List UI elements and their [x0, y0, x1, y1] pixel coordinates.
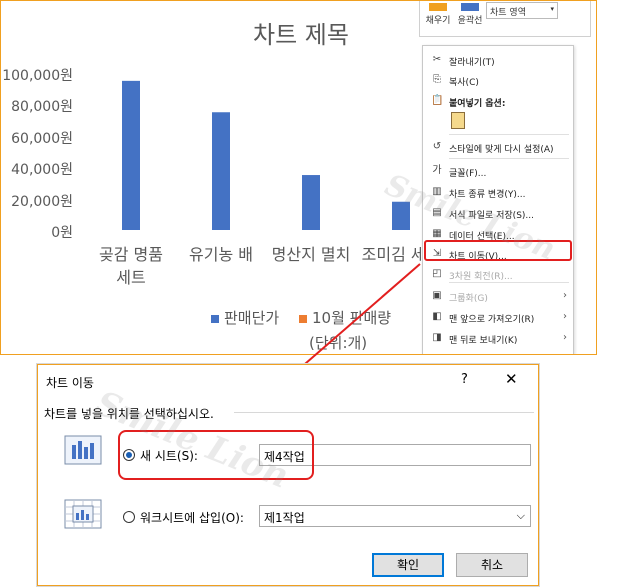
- y-tick-label: 100,000원: [2, 68, 73, 84]
- outline-icon: [461, 3, 479, 11]
- chart-format-ribbon: 채우기 윤곽선 차트 영역 ▾: [419, 1, 591, 37]
- dialog-title: 차트 이동: [46, 376, 94, 390]
- menu-item-icon: ↺: [432, 141, 442, 152]
- menu-item-icon: ✂: [432, 54, 442, 65]
- excel-chart-area: 차트 제목 100,000원 80,000원 60,000원 40,000원 20,00…: [0, 0, 597, 355]
- legend-item-price: 판매단가: [211, 307, 279, 328]
- fill-button[interactable]: 채우기: [422, 3, 454, 26]
- menu-item-label: 맨 뒤로 보내기(K): [449, 336, 518, 346]
- menu-item-label: 그룹화(G): [449, 294, 488, 304]
- object-in-label: 워크시트에 삽입(O):: [140, 511, 244, 525]
- menu-item-icon: ⎘: [433, 74, 441, 85]
- object-in-radio[interactable]: [123, 511, 135, 523]
- menu-item-label: 복사(C): [449, 78, 479, 88]
- close-button[interactable]: ✕: [505, 370, 518, 388]
- menu-item-label: 글꼴(F)...: [449, 169, 487, 179]
- chart-element-combo[interactable]: 차트 영역 ▾: [486, 2, 558, 19]
- menu-item-9[interactable]: ◰ 3차원 회전(R)...: [423, 264, 573, 284]
- help-button[interactable]: ?: [461, 372, 468, 387]
- cancel-button[interactable]: 취소: [456, 553, 528, 577]
- y-tick-label: 60,000원: [11, 130, 73, 147]
- outline-button[interactable]: 윤곽선: [454, 3, 486, 26]
- bar-2[interactable]: [302, 175, 320, 230]
- x-tick-label: 명산지 멸치: [271, 245, 351, 264]
- bar-1[interactable]: [212, 112, 230, 230]
- object-in-select[interactable]: 제1작업 ⌵: [259, 505, 531, 527]
- menu-item-icon: ▦: [432, 228, 442, 239]
- menu-item-label: 붙여넣기 옵션:: [449, 99, 506, 109]
- fill-icon: [429, 3, 447, 11]
- divider: [234, 412, 534, 413]
- worksheet-chart-icon: [64, 499, 102, 529]
- menu-item-1[interactable]: ⎘ 복사(C): [423, 70, 573, 90]
- x-tick-label: 유기농 배: [189, 245, 253, 264]
- new-sheet-chart-icon: [64, 435, 102, 465]
- submenu-arrow-icon: ›: [563, 311, 567, 322]
- ok-button[interactable]: 확인: [372, 553, 444, 577]
- menu-item-icon: ◧: [432, 311, 442, 322]
- menu-item-12[interactable]: ◨ 맨 뒤로 보내기(K) ›: [423, 328, 573, 348]
- legend-swatch-price: [211, 314, 219, 323]
- menu-item-3[interactable]: ↺ 스타일에 맞게 다시 설정(A): [423, 137, 573, 157]
- menu-item-2[interactable]: 📋 붙여넣기 옵션:: [423, 91, 573, 111]
- y-tick-label: 40,000원: [11, 162, 73, 179]
- menu-separator: [449, 282, 569, 283]
- menu-item-10[interactable]: ▣ 그룹화(G) ›: [423, 286, 573, 306]
- menu-item-13[interactable]: 매크로 지정(N)...: [423, 348, 573, 354]
- legend-item-qty: 10월 판매량: [299, 307, 391, 328]
- menu-item-4[interactable]: 가 글꼴(F)...: [423, 161, 573, 181]
- menu-item-label: 스타일에 맞게 다시 설정(A): [449, 145, 554, 155]
- menu-item-icon: ▣: [432, 290, 442, 301]
- y-tick-label: 20,000원: [11, 193, 73, 210]
- menu-item-label: 3차원 회전(R)...: [449, 272, 513, 282]
- menu-separator: [449, 158, 569, 159]
- menu-item-0[interactable]: ✂ 잘라내기(T): [423, 50, 573, 70]
- chevron-down-icon: ▾: [550, 5, 554, 13]
- submenu-arrow-icon: ›: [563, 290, 567, 301]
- menu-item-icon: [431, 352, 443, 354]
- x-tick-label: 곶감 명품 세트: [99, 245, 163, 287]
- menu-item-icon: ◰: [432, 268, 442, 279]
- legend-swatch-qty: [299, 314, 307, 323]
- y-tick-label: 80,000원: [11, 99, 73, 116]
- chevron-down-icon: ⌵: [516, 509, 525, 522]
- menu-item-label: 맨 앞으로 가져오기(R): [449, 315, 535, 325]
- menu-item-label: 잘라내기(T): [449, 58, 495, 68]
- menu-item-icon: ◨: [432, 332, 442, 343]
- menu-item-icon: 📋: [431, 95, 444, 106]
- menu-item-11[interactable]: ◧ 맨 앞으로 가져오기(R) ›: [423, 307, 573, 327]
- menu-item-label: 매크로 지정(N)...: [449, 353, 516, 354]
- menu-item-icon: 가: [432, 165, 442, 176]
- legend-unit: (단위:개): [309, 334, 368, 352]
- menu-separator: [449, 134, 569, 135]
- bar-0[interactable]: [122, 80, 140, 230]
- submenu-arrow-icon: ›: [563, 332, 567, 343]
- y-tick-label: 0원: [51, 225, 73, 241]
- paste-option-icon[interactable]: [451, 112, 465, 129]
